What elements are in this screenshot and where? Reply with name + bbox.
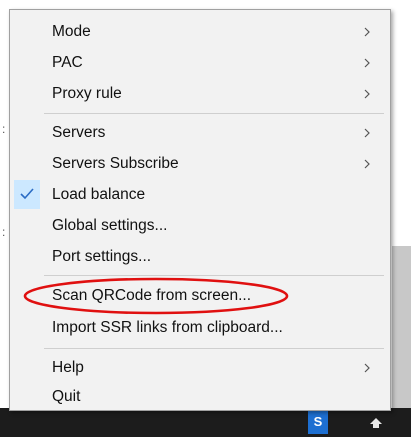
background-window-glyph: : — [2, 122, 6, 136]
menu-separator — [44, 348, 384, 349]
menu-item-proxy-rule[interactable]: Proxy rule — [10, 78, 390, 109]
menu-item-label: Load balance — [52, 186, 146, 203]
checkmark-cell — [14, 180, 40, 209]
checkmark-icon — [20, 188, 34, 200]
menu-item-label: Import SSR links from clipboard... — [52, 319, 283, 336]
menu-item-label: Global settings... — [52, 217, 168, 234]
chevron-right-icon — [364, 128, 370, 138]
background-window-glyph: : — [2, 225, 6, 239]
menu-item-servers[interactable]: Servers — [10, 117, 390, 148]
menu-item-mode[interactable]: Mode — [10, 16, 390, 47]
menu-item-load-balance[interactable]: Load balance — [10, 179, 390, 210]
menu-item-label: Quit — [52, 388, 81, 405]
menu-item-label: PAC — [52, 54, 83, 71]
menu-item-label: Mode — [52, 23, 91, 40]
menu-item-label: Port settings... — [52, 248, 152, 265]
taskbar — [0, 408, 411, 437]
menu-item-label: Servers Subscribe — [52, 155, 179, 172]
shadowsocksr-tray-icon[interactable]: S — [308, 410, 328, 434]
menu-item-scan-qrcode[interactable]: Scan QRCode from screen... — [10, 280, 390, 311]
chevron-right-icon — [364, 363, 370, 373]
menu-item-servers-subscribe[interactable]: Servers Subscribe — [10, 148, 390, 179]
menu-item-label: Servers — [52, 124, 106, 141]
chevron-right-icon — [364, 27, 370, 37]
menu-item-label: Proxy rule — [52, 85, 122, 102]
menu-item-pac[interactable]: PAC — [10, 47, 390, 78]
menu-item-help[interactable]: Help — [10, 352, 390, 383]
network-tray-icon[interactable] — [366, 412, 386, 432]
tray-context-menu: Mode PAC Proxy rule Servers Servers Subs… — [9, 9, 391, 411]
menu-item-label: Scan QRCode from screen... — [52, 287, 251, 304]
chevron-right-icon — [364, 89, 370, 99]
menu-item-global-settings[interactable]: Global settings... — [10, 210, 390, 241]
menu-item-quit[interactable]: Quit — [10, 381, 390, 412]
chevron-right-icon — [364, 159, 370, 169]
menu-separator — [44, 113, 384, 114]
menu-separator — [44, 275, 384, 276]
menu-item-label: Help — [52, 359, 84, 376]
chevron-right-icon — [364, 58, 370, 68]
menu-item-port-settings[interactable]: Port settings... — [10, 241, 390, 272]
menu-item-import-ssr-links[interactable]: Import SSR links from clipboard... — [10, 312, 390, 343]
